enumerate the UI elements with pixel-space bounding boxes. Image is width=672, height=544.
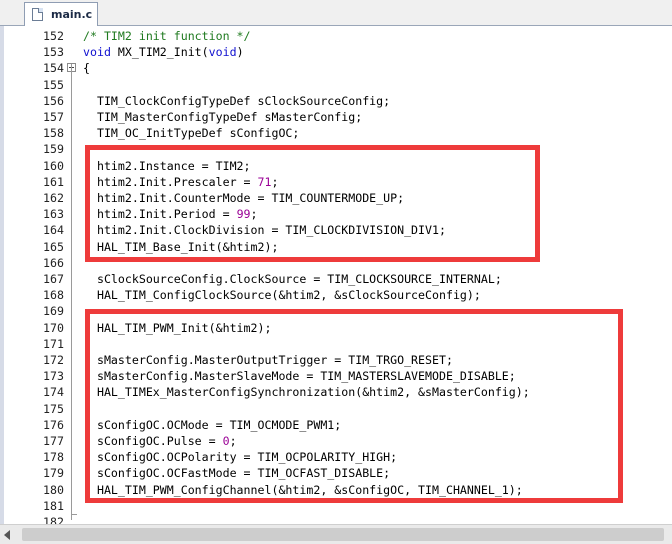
code-text: TIM_ClockConfigTypeDef sClockSourceConfi…: [83, 93, 391, 108]
line-number: 179: [43, 466, 64, 481]
line-number: 165: [43, 239, 64, 254]
code-line[interactable]: 157 TIM_MasterConfigTypeDef sMasterConfi…: [0, 109, 672, 125]
line-number: 156: [43, 93, 64, 108]
code-line[interactable]: 158 TIM_OC_InitTypeDef sConfigOC;: [0, 125, 672, 141]
line-number: 180: [43, 482, 64, 497]
line-number: 168: [43, 288, 64, 303]
code-line[interactable]: 155: [0, 77, 672, 93]
code-text: void MX_TIM2_Init(void): [83, 45, 244, 60]
line-number: 178: [43, 450, 64, 465]
code-line[interactable]: 152 /* TIM2 init function */: [0, 28, 672, 44]
code-line[interactable]: 167 sClockSourceConfig.ClockSource = TIM…: [0, 271, 672, 287]
line-number: 164: [43, 223, 64, 238]
line-number: 171: [43, 336, 64, 351]
line-number: 153: [43, 45, 64, 60]
line-number: 163: [43, 207, 64, 222]
line-number: 170: [43, 320, 64, 335]
highlight-box-base-init: [85, 145, 540, 262]
line-number: 159: [43, 142, 64, 157]
line-number: 169: [43, 304, 64, 319]
line-number: 181: [43, 498, 64, 513]
line-number: 174: [43, 385, 64, 400]
line-number: 177: [43, 434, 64, 448]
tab-label: main.c: [51, 8, 93, 21]
editor-tab-bar: main.c: [0, 0, 672, 26]
fold-guide-line: [71, 64, 72, 520]
line-number: 173: [43, 369, 64, 384]
code-line[interactable]: 168 HAL_TIM_ConfigClockSource(&htim2, &s…: [0, 287, 672, 303]
highlight-box-pwm-config: [85, 309, 623, 503]
horizontal-scrollbar[interactable]: [0, 524, 672, 544]
line-number: 175: [43, 401, 64, 416]
line-number: 154: [43, 61, 64, 76]
fold-guide-end: [71, 514, 77, 515]
scroll-left-arrow-icon[interactable]: [4, 530, 10, 540]
line-number: 161: [43, 174, 64, 189]
line-number: 155: [43, 77, 64, 92]
code-line[interactable]: 153 void MX_TIM2_Init(void): [0, 44, 672, 60]
line-number: 160: [43, 158, 64, 173]
c-file-icon: [32, 8, 43, 21]
code-line[interactable]: 156 TIM_ClockConfigTypeDef sClockSourceC…: [0, 93, 672, 109]
line-number: 158: [43, 126, 64, 141]
line-number: 167: [43, 272, 64, 286]
line-number: 157: [43, 110, 64, 124]
code-text: TIM_MasterConfigTypeDef sMasterConfig;: [83, 110, 363, 124]
line-number: 182: [43, 515, 64, 524]
line-number: 162: [43, 191, 64, 205]
line-number: 152: [43, 29, 64, 43]
code-line[interactable]: 182: [0, 514, 672, 524]
line-number: 172: [43, 353, 64, 367]
code-line[interactable]: 154 {: [0, 60, 672, 76]
code-text: TIM_OC_InitTypeDef sConfigOC;: [83, 126, 300, 141]
line-number: 176: [43, 417, 64, 432]
scrollbar-thumb[interactable]: [22, 528, 664, 541]
code-text: sClockSourceConfig.ClockSource = TIM_CLO…: [83, 272, 502, 286]
code-text: {: [83, 61, 90, 76]
code-text: HAL_TIM_ConfigClockSource(&htim2, &sCloc…: [83, 288, 481, 303]
tab-main-c[interactable]: main.c: [24, 2, 98, 26]
code-text: /* TIM2 init function */: [83, 29, 251, 43]
line-number: 166: [43, 255, 64, 270]
